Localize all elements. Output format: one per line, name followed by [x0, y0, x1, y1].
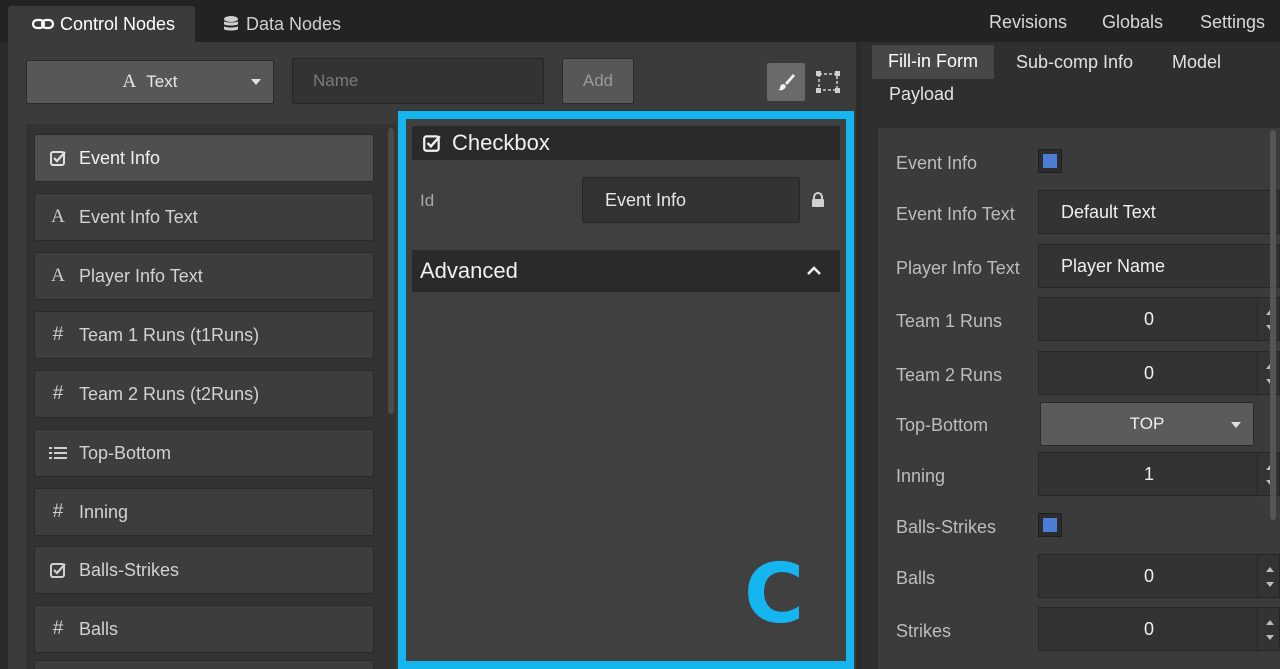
chevron-down-icon: [1231, 422, 1241, 428]
top-bar: Control Nodes Data Nodes Revisions Globa…: [0, 0, 1280, 42]
list-item[interactable]: # Inning: [34, 488, 374, 536]
list-item-label: Top-Bottom: [79, 442, 172, 463]
add-node-button[interactable]: Add: [562, 58, 634, 104]
checkbox-icon: [47, 149, 69, 167]
text-icon: A: [51, 265, 65, 286]
list-item[interactable]: # Team 1 Runs (t1Runs): [34, 311, 374, 359]
selection-frame-icon: [816, 71, 840, 93]
brush-button[interactable]: [767, 63, 805, 101]
list-item-label: Balls: [79, 618, 119, 639]
advanced-label: Advanced: [420, 258, 518, 283]
top-bottom-label: Top-Bottom: [896, 415, 989, 435]
event-info-text-label: Event Info Text: [896, 204, 1015, 224]
tab-control-nodes-label: Control Nodes: [60, 13, 176, 34]
team2-runs-label: Team 2 Runs: [896, 365, 1003, 385]
balls-value: 0: [1143, 565, 1154, 586]
list-item[interactable]: A Event Info Text: [34, 193, 374, 241]
number-icon: #: [52, 383, 64, 404]
frame-button[interactable]: [810, 63, 846, 101]
list-item[interactable]: Balls-Strikes: [34, 546, 374, 594]
balls-stepper[interactable]: 0: [1038, 554, 1280, 599]
balls-strikes-label: Balls-Strikes: [896, 517, 997, 537]
tab-payload[interactable]: Payload: [889, 84, 954, 105]
team1-runs-stepper[interactable]: 0: [1038, 297, 1280, 342]
team1-runs-label: Team 1 Runs: [896, 311, 1003, 331]
event-info-label: Event Info: [896, 153, 978, 173]
globals-link[interactable]: Globals: [1102, 12, 1163, 33]
brush-icon: [778, 74, 795, 91]
list-item-partial: [34, 660, 374, 669]
balls-label: Balls: [896, 568, 936, 588]
number-icon: #: [52, 618, 64, 639]
list-item[interactable]: A Player Info Text: [34, 252, 374, 300]
settings-link[interactable]: Settings: [1200, 12, 1265, 33]
chevron-up-icon[interactable]: [806, 264, 822, 276]
database-icon: [224, 16, 238, 31]
id-label: Id: [420, 191, 435, 210]
property-panel-header: Checkbox: [412, 126, 840, 160]
spinner-arrows-icon[interactable]: [1257, 608, 1279, 652]
event-info-checkbox[interactable]: [1038, 149, 1062, 173]
tab-fill-in-form[interactable]: Fill-in Form: [872, 45, 994, 79]
player-info-text-field[interactable]: Player Name: [1038, 244, 1280, 288]
callout-letter: C: [744, 547, 805, 642]
number-icon: #: [52, 501, 64, 522]
list-item-label: Event Info Text: [79, 206, 198, 227]
link-icon: [32, 18, 54, 30]
list-item-label: Inning: [79, 501, 129, 522]
advanced-section-header[interactable]: Advanced: [412, 250, 840, 292]
list-item-label: Player Info Text: [79, 265, 203, 286]
balls-strikes-checkbox[interactable]: [1038, 513, 1062, 537]
lock-icon: [812, 192, 824, 207]
tab-data-nodes-label: Data Nodes: [246, 13, 342, 34]
team1-runs-value: 0: [1143, 308, 1154, 329]
top-bottom-select[interactable]: TOP: [1040, 402, 1254, 446]
id-field[interactable]: Event Info: [582, 177, 800, 223]
form-scrollbar[interactable]: [1270, 130, 1276, 520]
list-icon: [47, 446, 69, 460]
team2-runs-stepper[interactable]: 0: [1038, 351, 1280, 396]
tab-sub-comp-info[interactable]: Sub-comp Info: [1016, 52, 1133, 73]
node-type-dropdown[interactable]: A Text: [26, 60, 274, 104]
inning-label: Inning: [896, 466, 946, 486]
top-bottom-value: TOP: [1129, 414, 1165, 433]
strikes-label: Strikes: [896, 621, 952, 641]
revisions-link[interactable]: Revisions: [989, 12, 1067, 33]
list-item-label: Balls-Strikes: [79, 559, 180, 580]
list-item[interactable]: # Team 2 Runs (t2Runs): [34, 370, 374, 418]
node-name-input[interactable]: [292, 58, 544, 104]
event-info-text-field[interactable]: Default Text: [1038, 190, 1280, 234]
property-panel-title: Checkbox: [452, 130, 550, 155]
list-item-label: Event Info: [79, 147, 161, 168]
strikes-stepper[interactable]: 0: [1038, 607, 1280, 652]
checkbox-fill: [1043, 518, 1057, 532]
list-item[interactable]: Event Info: [34, 134, 374, 182]
list-item[interactable]: Top-Bottom: [34, 429, 374, 477]
number-icon: #: [52, 324, 64, 345]
strikes-value: 0: [1143, 618, 1154, 639]
checkbox-fill: [1043, 154, 1057, 168]
inning-stepper[interactable]: 1: [1038, 452, 1280, 497]
team2-runs-value: 0: [1143, 362, 1154, 383]
checkbox-icon: [47, 561, 69, 579]
tab-control-nodes[interactable]: Control Nodes: [8, 6, 195, 42]
node-list-scrollbar[interactable]: [388, 128, 394, 414]
text-icon: A: [122, 71, 137, 92]
chevron-down-icon: [251, 79, 261, 85]
player-info-text-label: Player Info Text: [896, 258, 1020, 278]
tab-data-nodes[interactable]: Data Nodes: [222, 6, 372, 42]
node-list: Event Info A Event Info Text A Player In…: [26, 124, 396, 669]
checkbox-icon: [422, 133, 442, 153]
spinner-arrows-icon[interactable]: [1257, 555, 1279, 599]
tab-model[interactable]: Model: [1172, 52, 1221, 73]
inning-value: 1: [1143, 463, 1154, 484]
list-item-label: Team 2 Runs (t2Runs): [79, 383, 260, 404]
text-icon: A: [51, 206, 65, 227]
node-type-label: Text: [146, 72, 178, 91]
list-item-label: Team 1 Runs (t1Runs): [79, 324, 260, 345]
list-item[interactable]: # Balls: [34, 605, 374, 653]
